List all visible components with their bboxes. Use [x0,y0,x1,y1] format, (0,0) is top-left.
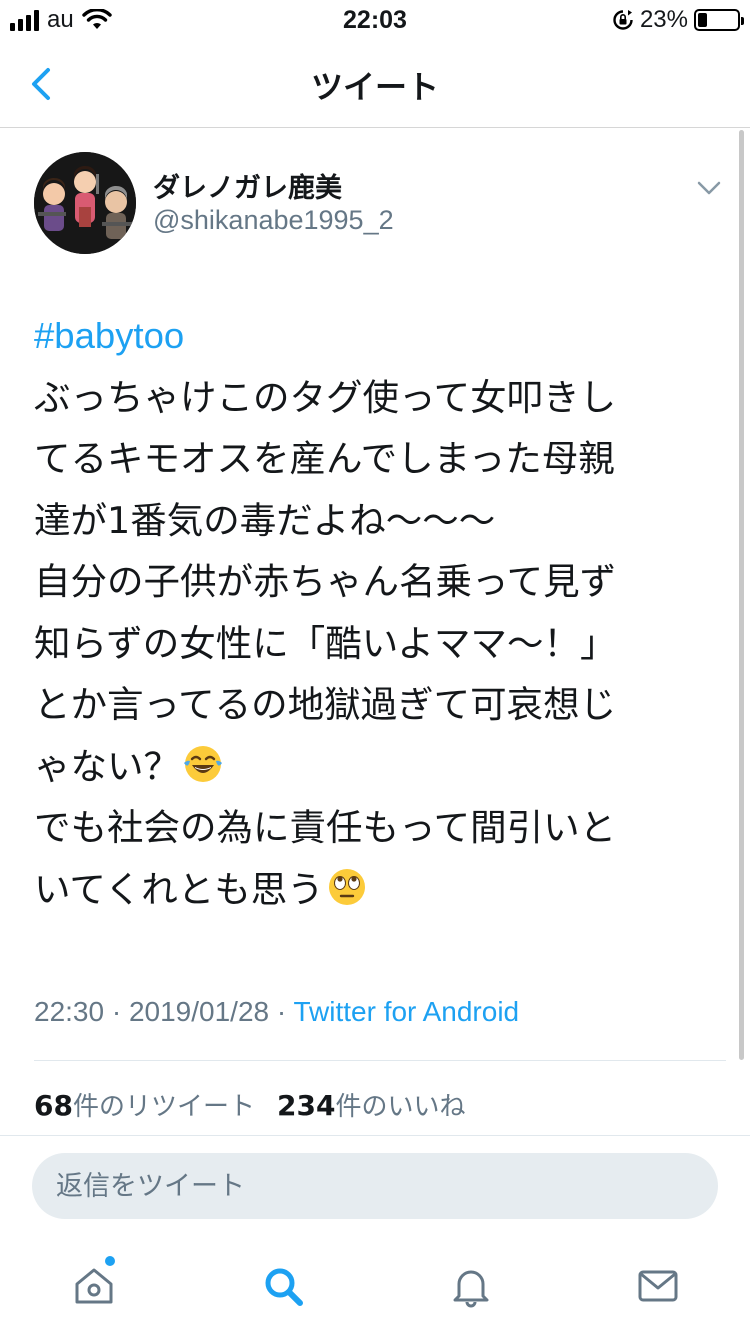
tweet-time: 22:30 · 2019/01/28 · [34,996,294,1027]
battery-percent: 23% [639,6,688,33]
tweet-line: 自分の子供が赤ちゃん名乗って見ず [34,560,617,603]
tweet-line: 達が1番気の毒だよね〜〜〜 [34,498,496,542]
avatar-illustration [34,152,136,254]
like-count: 234 [276,1089,336,1122]
like-label: 件のいいね [335,1092,466,1122]
battery-icon [694,9,744,31]
tweet-line: 知らずの女性に「酷いよママ〜！」 [34,621,617,665]
tweet-line-text: ゃない？ [34,744,180,788]
retweet-stat[interactable]: 68件のリツイート [34,1089,255,1122]
tweet-line: てるキモオスを産んでしまった母親 [34,437,615,480]
tweet-line-text: いてくれとも思う [34,867,324,911]
tweet-line-emoji: ゃない？ [34,736,724,798]
orientation-lock-icon [613,10,633,30]
notifications-icon[interactable] [449,1264,493,1308]
tweet-line: ぶっちゃけこのタグ使って女叩きし [34,375,617,419]
display-name[interactable]: ダレノガレ鹿美 [153,166,342,205]
chevron-down-icon[interactable] [696,178,722,198]
tweet-stats: 68件のリツイート 234件のいいね [34,1086,465,1123]
reply-input[interactable] [32,1153,718,1219]
retweet-count: 68 [34,1089,73,1122]
messages-icon[interactable] [636,1264,680,1308]
eye-roll-emoji-icon [328,868,365,905]
tweet-timestamp: 22:30 · 2019/01/28 · Twitter for Android [34,996,519,1028]
tweet-line: とか言ってるの地獄過ぎて可哀想じ [34,683,617,726]
search-icon[interactable] [261,1264,305,1308]
hashtag-link[interactable]: #babytoo [34,315,184,356]
divider [0,1135,750,1136]
home-icon[interactable] [72,1264,116,1308]
status-bar: au 22:03 23% [0,0,750,40]
scrollbar[interactable] [739,130,744,1060]
avatar[interactable] [34,152,136,254]
tweet-line-emoji: いてくれとも思う [34,859,724,921]
like-stat[interactable]: 234件のいいね [276,1089,466,1122]
tweet-source-link[interactable]: Twitter for Android [293,996,519,1027]
retweet-label: 件のリツイート [72,1092,255,1122]
status-right: 23% [612,6,744,34]
navigation-bar: ツイート [0,40,750,128]
hashtag-line: #babytoo [34,305,724,367]
tweet-text: #babytoo ぶっちゃけこのタグ使って女叩きし てるキモオスを産んでしまった… [34,305,724,920]
notification-dot [105,1256,115,1266]
divider [34,1060,726,1061]
tweet-line: でも社会の為に責任もって間引いと [34,806,617,849]
reply-box[interactable] [32,1153,718,1219]
page-title: ツイート [310,68,439,106]
battery-level [698,13,707,27]
tears-of-joy-emoji-icon [184,745,222,782]
user-handle[interactable]: @shikanabe1995_2 [153,205,394,236]
